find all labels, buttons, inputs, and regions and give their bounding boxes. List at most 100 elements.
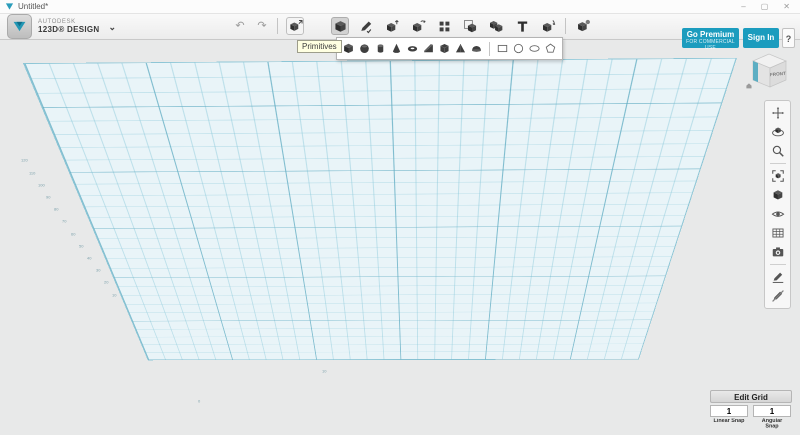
grid-display-control-icon: [771, 226, 785, 240]
torus-primitive-icon: [406, 42, 419, 55]
sphere-primitive-icon: [358, 42, 371, 55]
chevron-down-icon[interactable]: ⌄: [109, 24, 117, 30]
edit-grid-button[interactable]: Edit Grid: [710, 390, 792, 403]
box-primitive[interactable]: [341, 40, 356, 57]
transform-tool-icon: [288, 19, 303, 34]
linear-snap-label: Linear Snap: [712, 419, 746, 430]
polygon-sketch[interactable]: [543, 40, 558, 57]
brand-product: 123D® DESIGN: [38, 26, 100, 34]
shading-control[interactable]: [769, 187, 787, 203]
sign-in-button[interactable]: Sign In: [743, 28, 779, 48]
snapshot-control-icon: [771, 245, 785, 259]
sketch-tool[interactable]: [357, 17, 375, 35]
snap-tool[interactable]: [539, 17, 557, 35]
pattern-tool[interactable]: [435, 17, 453, 35]
visibility-control[interactable]: [769, 206, 787, 222]
material-tool[interactable]: [574, 17, 592, 35]
combine-tool[interactable]: [487, 17, 505, 35]
view-cube[interactable]: FRONT: [745, 46, 795, 94]
help-button[interactable]: ?: [782, 28, 795, 48]
primitives-flyout-items: [341, 40, 558, 57]
grouping-tool-icon: [463, 19, 478, 34]
pan-control[interactable]: [769, 105, 787, 121]
main-toolbar: AUTODESK 123D® DESIGN ⌄ ↶ ↷ Go Premium F…: [0, 13, 800, 40]
construct-tool-icon: [385, 19, 400, 34]
grid-edge-label: 70: [62, 219, 66, 224]
grid-display-control[interactable]: [769, 225, 787, 241]
go-premium-button[interactable]: Go Premium FOR COMMERCIAL USE: [682, 28, 739, 48]
grid-edge-label: 100: [38, 183, 45, 188]
show-sketches-control[interactable]: [769, 269, 787, 285]
home-icon[interactable]: [746, 83, 751, 88]
visibility-control-icon: [771, 207, 785, 221]
hide-sketches-control[interactable]: [769, 288, 787, 304]
primitives-tool-icon: [333, 19, 348, 34]
document-title: Untitled*: [18, 2, 48, 11]
grid-edge-label: 30: [96, 268, 100, 273]
pattern-tool-icon: [437, 19, 452, 34]
separator: [489, 42, 490, 56]
grid-wrap: [47, 56, 722, 418]
rectangle-sketch[interactable]: [495, 40, 510, 57]
undo-button[interactable]: ↶: [233, 18, 247, 34]
fit-control[interactable]: [769, 168, 787, 184]
grid-edge-label: 50: [79, 244, 83, 249]
pyramid-primitive[interactable]: [453, 40, 468, 57]
wedge-primitive-icon: [422, 42, 435, 55]
shading-control-icon: [771, 188, 785, 202]
app-window: Untitled* – ▢ ✕ AUTODESK 123D® DESIGN ⌄ …: [0, 0, 800, 435]
angular-snap-label: Angular Snap: [755, 419, 789, 430]
restore-button[interactable]: ▢: [761, 0, 769, 13]
toolbar-icons: ↶ ↷: [233, 16, 592, 36]
zoom-control[interactable]: [769, 143, 787, 159]
viewport-canvas[interactable]: 120110100908070605040302010010: [0, 39, 800, 435]
redo-button[interactable]: ↷: [255, 18, 269, 34]
tools-row: [286, 17, 592, 35]
grid-settings-panel: Edit Grid Linear Snap Angular Snap: [710, 390, 792, 430]
orbit-control-icon: [771, 125, 785, 139]
angular-snap-input[interactable]: [753, 405, 791, 417]
grid-edge-label: 60: [71, 232, 75, 237]
separator: [770, 163, 786, 164]
circle-sketch[interactable]: [511, 40, 526, 57]
ellipse-sketch-icon: [528, 42, 541, 55]
torus-primitive[interactable]: [405, 40, 420, 57]
grouping-tool[interactable]: [461, 17, 479, 35]
wedge-primitive[interactable]: [421, 40, 436, 57]
primitives-tooltip: Primitives: [297, 40, 342, 53]
workplane-grid: [23, 58, 737, 360]
construct-tool[interactable]: [383, 17, 401, 35]
transform-tool[interactable]: [286, 17, 304, 35]
rectangle-sketch-icon: [496, 42, 509, 55]
modify-tool-icon: [411, 19, 426, 34]
grid-edge-label: 40: [87, 256, 91, 261]
prism-primitive-icon: [438, 42, 451, 55]
linear-snap-input[interactable]: [710, 405, 748, 417]
polygon-sketch-icon: [544, 42, 557, 55]
app-menu[interactable]: AUTODESK 123D® DESIGN ⌄: [7, 14, 116, 39]
sphere-primitive[interactable]: [357, 40, 372, 57]
cylinder-primitive[interactable]: [373, 40, 388, 57]
hemisphere-primitive[interactable]: [469, 40, 484, 57]
cylinder-primitive-icon: [374, 42, 387, 55]
title-bar: Untitled* – ▢ ✕: [0, 0, 800, 14]
pyramid-primitive-icon: [454, 42, 467, 55]
cone-primitive[interactable]: [389, 40, 404, 57]
modify-tool[interactable]: [409, 17, 427, 35]
grid-edge-label: 10: [112, 293, 116, 298]
primitives-tool[interactable]: [331, 17, 349, 35]
show-sketches-control-icon: [771, 270, 785, 284]
grid-edge-label: 80: [54, 207, 58, 212]
ellipse-sketch[interactable]: [527, 40, 542, 57]
prism-primitive[interactable]: [437, 40, 452, 57]
window-controls: – ▢ ✕: [741, 0, 790, 13]
go-premium-label: Go Premium: [682, 31, 739, 39]
sketch-tool-icon: [359, 19, 374, 34]
orbit-control[interactable]: [769, 124, 787, 140]
text-tool[interactable]: [513, 17, 531, 35]
snapshot-control[interactable]: [769, 244, 787, 260]
pan-control-icon: [771, 106, 785, 120]
minimize-button[interactable]: –: [741, 0, 745, 13]
grid-edge-label: 20: [104, 280, 108, 285]
close-button[interactable]: ✕: [783, 0, 790, 13]
